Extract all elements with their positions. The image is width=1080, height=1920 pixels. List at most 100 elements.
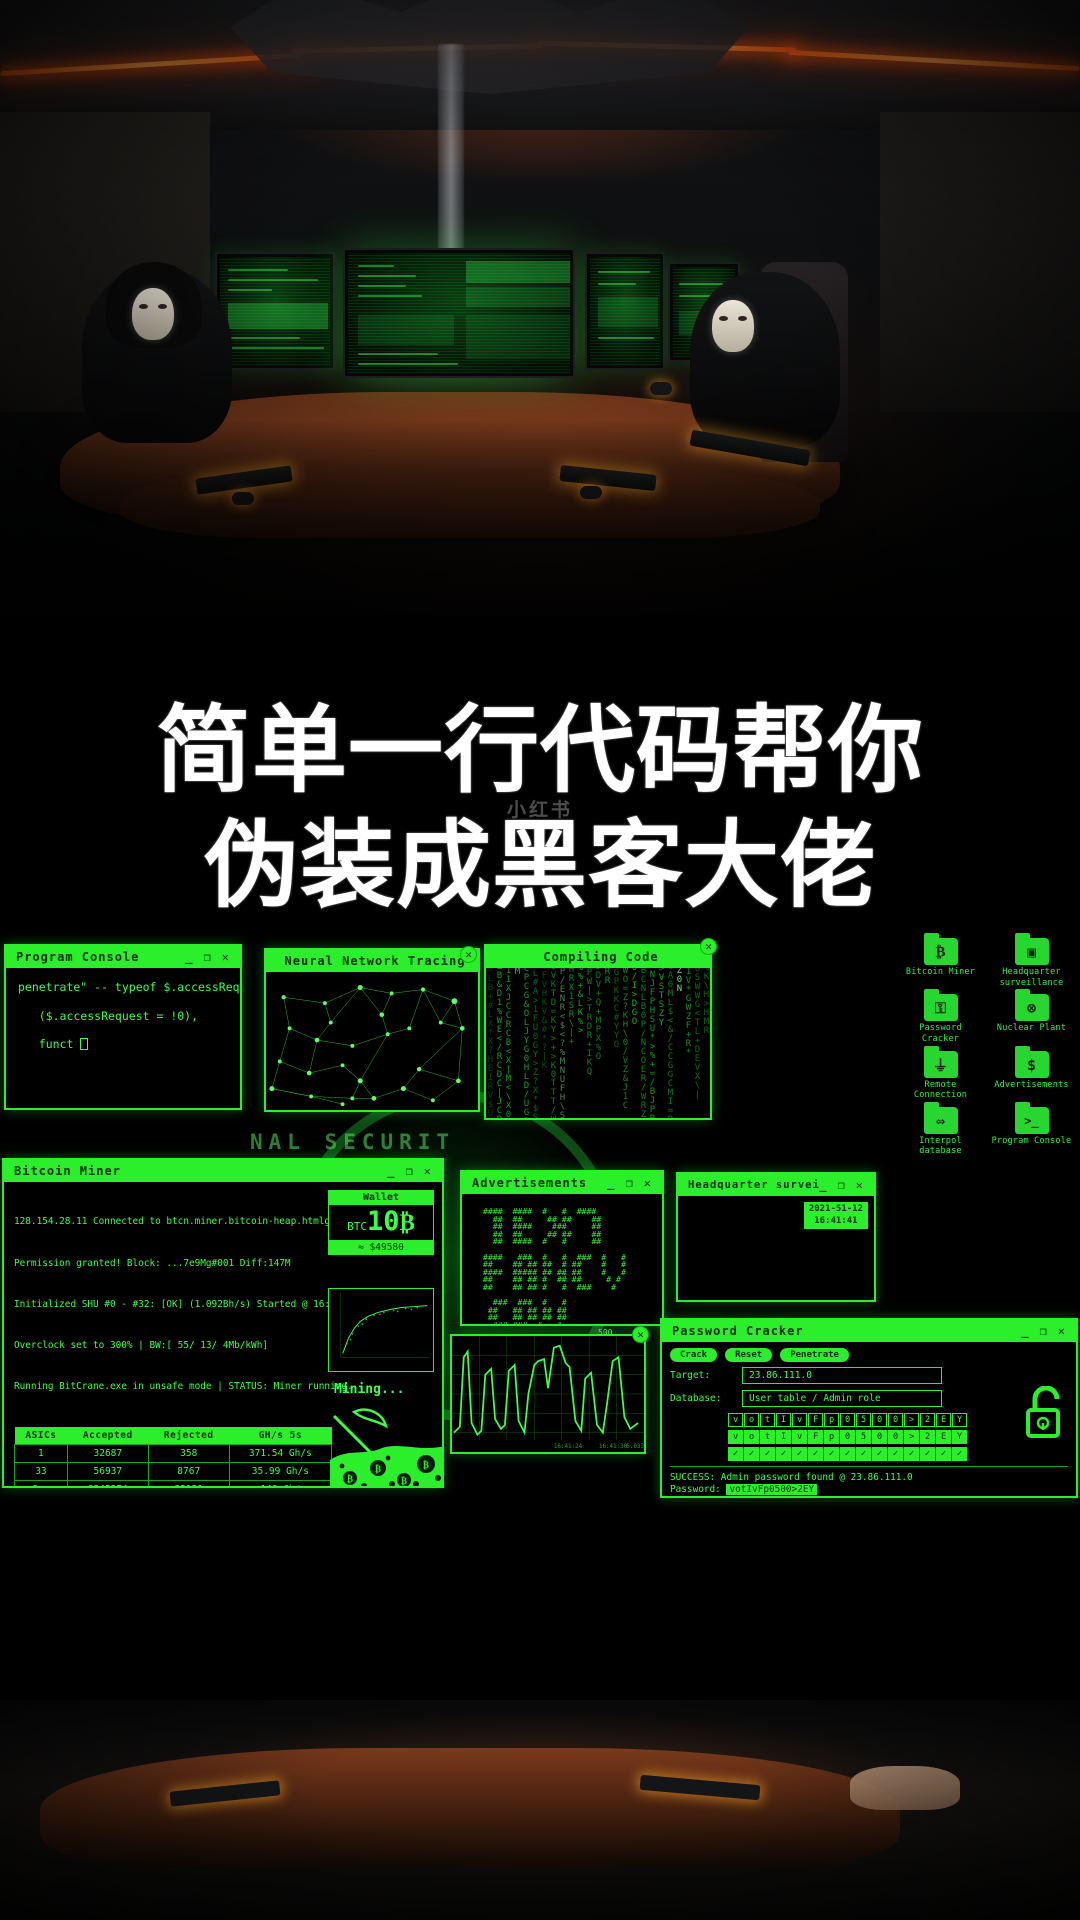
bitcoin-miner-titlebar[interactable]: Bitcoin Miner _ ❐ ✕ (4, 1160, 442, 1182)
minimize-icon[interactable]: _ (607, 1176, 615, 1190)
bottom-vignette (0, 1700, 1080, 1920)
maximize-icon[interactable]: ❐ (204, 950, 212, 964)
matrix-column: + W K + 0 1 1 X J C C R C B < X | M < \ … (504, 968, 513, 1118)
desktop-icon-nuclear-plant[interactable]: ⊗ Nuclear Plant (989, 992, 1074, 1044)
window-password-cracker[interactable]: Password Cracker _ ❐ ✕ Crack Reset Penet… (660, 1318, 1078, 1498)
neural-network-close-icon[interactable]: ✕ (460, 946, 477, 963)
advertisements-titlebar[interactable]: Advertisements _ ❐ ✕ (462, 1172, 662, 1194)
compiling-code-titlebar[interactable]: Compiling Code (486, 946, 710, 968)
svg-text:₿: ₿ (375, 1464, 381, 1475)
desktop-icon-password-cracker[interactable]: ⚿ Password Cracker (898, 992, 983, 1044)
timestamp-date: 2021-51-12 (809, 1204, 863, 1216)
attempt-check-cell: ✓ (856, 1447, 871, 1461)
maximize-icon[interactable]: ❐ (838, 1178, 846, 1192)
matrix-column: G B C N L B 0 P / N C O E R / W R Z I > … (639, 968, 648, 1118)
attempt-char-cell-matched: > (904, 1430, 919, 1444)
advertisements-body: #### #### # # #### ## ## ## ## ## ## ###… (462, 1194, 662, 1324)
desktop-icon-grid: ₿ Bitcoin Miner ▣ Headquarter surveillan… (898, 936, 1074, 1157)
folder-icon: ⏚ (924, 1051, 958, 1078)
compiling-code-title: Compiling Code (537, 950, 658, 964)
bottom-photo-strip (0, 1700, 1080, 1920)
attempt-check-cell: ✓ (760, 1447, 775, 1461)
folder-icon: ₿ (924, 938, 958, 965)
close-icon[interactable]: ✕ (424, 1164, 432, 1178)
folder-icon: $ (1015, 1051, 1049, 1078)
window-bitcoin-miner[interactable]: Bitcoin Miner _ ❐ ✕ 128.154.28.11 Connec… (2, 1158, 444, 1488)
matrix-column: * \ $ = L B + # L X * X ? H E I R V $ U … (486, 968, 495, 1118)
console-line-1: penetrate" -- typeof $.accessRequest && (6, 968, 240, 1007)
matrix-column: | # F Z 1 V * G W Z F + R * (684, 968, 693, 1058)
reset-button[interactable]: Reset (725, 1348, 772, 1362)
desktop-icon-label: Program Console (989, 1136, 1074, 1147)
desktop-icon-bitcoin-miner[interactable]: ₿ Bitcoin Miner (898, 936, 983, 988)
penetrate-button[interactable]: Penetrate (780, 1348, 849, 1362)
minimize-icon[interactable]: _ (185, 950, 193, 964)
desktop-icon-advertisements[interactable]: $ Advertisements (989, 1049, 1074, 1101)
attempt-check-cell: ✓ (728, 1447, 743, 1461)
hero-photo (0, 0, 1080, 615)
window-compiling-code[interactable]: Compiling Code * \ $ = L B + # L X * X ?… (484, 944, 712, 1120)
database-input[interactable]: User table / Admin role (742, 1390, 942, 1407)
wallet-amount: 10 (367, 1206, 400, 1237)
neural-network-titlebar[interactable]: Neural Network Tracing (266, 950, 478, 972)
program-console-titlebar[interactable]: Program Console _ ❐ ✕ (6, 946, 240, 968)
desktop-icon-headquarter-surveillance[interactable]: ▣ Headquarter surveillance (989, 936, 1074, 988)
attempt-char-cell-matched: t (760, 1430, 775, 1444)
matrix-column: $ G W O = Z ? K H \ 0 / V Z & J 1 C (621, 968, 630, 1111)
database-label: Database: (670, 1393, 736, 1404)
attempt-char-cell: Y (952, 1413, 967, 1427)
desktop-icon-interpol-database[interactable]: ⇔ Interpol database (898, 1105, 983, 1157)
table-row: Sum 8345374 33131 ~148 Gh/s (15, 1481, 332, 1486)
network-graph (266, 972, 478, 1110)
background-seal-text-top: NAL SECURIT (250, 1130, 670, 1154)
password-cracker-titlebar[interactable]: Password Cracker _ ❐ ✕ (662, 1320, 1076, 1342)
desktop-icon-program-console[interactable]: >_ Program Console (989, 1105, 1074, 1157)
close-icon[interactable]: ✕ (856, 1178, 864, 1192)
matrix-column: % 1 > O \ B ? M (513, 968, 522, 977)
headquarter-titlebar[interactable]: Headquarter surveillance _ ❐ ✕ (678, 1174, 874, 1196)
window-program-console[interactable]: Program Console _ ❐ ✕ penetrate" -- type… (4, 944, 242, 1110)
activity-graph-close-icon[interactable]: ✕ (632, 1326, 649, 1343)
attempt-char-cell: 0 (872, 1413, 887, 1427)
matrix-column: # 1 J > O / I > D G O (630, 968, 639, 1027)
col-hashrate: GH/s 5s (229, 1427, 331, 1445)
minimize-icon[interactable]: _ (387, 1164, 395, 1178)
desktop-icon-label: Advertisements (989, 1080, 1074, 1091)
window-neural-network-tracing[interactable]: Neural Network Tracing (264, 948, 480, 1112)
window-headquarter-surveillance[interactable]: Headquarter surveillance _ ❐ ✕ 2021-51-1… (676, 1172, 876, 1302)
attempt-char-cell: > (904, 1413, 919, 1427)
window-activity-graph[interactable]: 16:41:30 16:41:24 5.033 (450, 1334, 646, 1454)
compiling-code-close-icon[interactable]: ✕ (700, 938, 717, 955)
program-console-title: Program Console (10, 950, 185, 964)
close-icon[interactable]: ✕ (644, 1176, 652, 1190)
desktop-icon-label: Nuclear Plant (989, 1023, 1074, 1034)
close-icon[interactable]: ✕ (222, 950, 230, 964)
matrix-column: Z W P W | > T R D R + I K Q (585, 968, 594, 1077)
attempt-char-cell: 0 (888, 1413, 903, 1427)
maximize-icon[interactable]: ❐ (626, 1176, 634, 1190)
close-icon[interactable]: ✕ (1058, 1324, 1066, 1338)
headquarter-title: Headquarter surveillance (682, 1179, 819, 1191)
window-advertisements[interactable]: Advertisements _ ❐ ✕ #### #### # # #### … (460, 1170, 664, 1326)
desktop-icon-label: Bitcoin Miner (898, 967, 983, 978)
matrix-column: Z T 0 F K ? + N J F P H S U * > % + = / … (648, 968, 657, 1118)
folder-icon: >_ (1015, 1107, 1049, 1134)
minimize-icon[interactable]: _ (819, 1178, 827, 1192)
folder-icon: ⊗ (1015, 994, 1049, 1021)
bitcoin-symbol-icon: ₿ (400, 1210, 415, 1236)
attempt-char-cell: F (808, 1413, 823, 1427)
desktop-icon-remote-connection[interactable]: ⏚ Remote Connection (898, 1049, 983, 1101)
matrix-column: Y 1 I X # Z 0 N (675, 968, 684, 994)
maximize-icon[interactable]: ❐ (1040, 1324, 1048, 1338)
target-input[interactable]: 23.86.111.0 (742, 1367, 942, 1384)
table-row: 33 56937 8767 35.99 Gh/s (15, 1463, 332, 1481)
password-cracker-title: Password Cracker (666, 1324, 1021, 1338)
crack-button[interactable]: Crack (670, 1348, 717, 1362)
minimize-icon[interactable]: _ (1021, 1324, 1029, 1338)
attempt-char-cell: 5 (856, 1413, 871, 1427)
matrix-column: K Y Z $ G P K K C # Y Y O (612, 968, 621, 1050)
attempt-char-cell-matched: v (792, 1430, 807, 1444)
col-accepted: Accepted (67, 1427, 148, 1445)
attempt-check-cell: ✓ (888, 1447, 903, 1461)
maximize-icon[interactable]: ❐ (406, 1164, 414, 1178)
